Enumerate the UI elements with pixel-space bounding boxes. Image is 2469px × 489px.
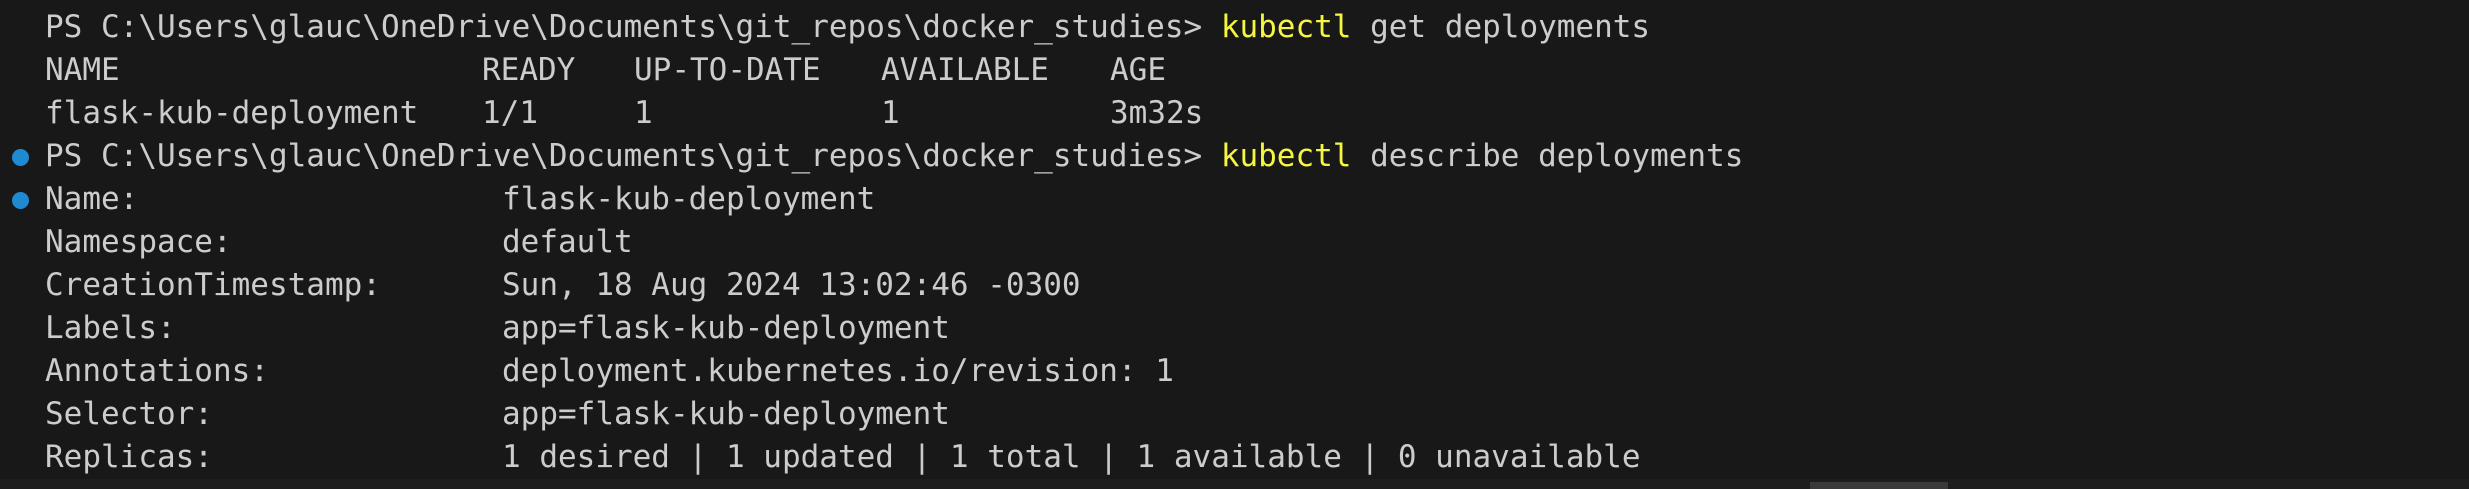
describe-value: deployment.kubernetes.io/revision: 1 <box>502 353 1174 389</box>
command-line-describe: PS C:\Users\glauc\OneDrive\Documents\git… <box>0 135 2469 178</box>
describe-row-name: Name: flask-kub-deployment <box>0 178 2469 221</box>
column-header-up-to-date: UP-TO-DATE <box>634 52 821 88</box>
column-header-name: NAME <box>45 52 120 88</box>
command-args: describe deployments <box>1351 138 1744 174</box>
cell-age: 3m32s <box>1110 95 1204 131</box>
describe-row-labels: Labels: app=flask-kub-deployment <box>0 307 2469 350</box>
describe-row-selector: Selector: app=flask-kub-deployment <box>0 393 2469 436</box>
command-keyword: kubectl <box>1220 9 1352 45</box>
command-keyword: kubectl <box>1220 138 1352 174</box>
describe-value: default <box>502 224 633 260</box>
describe-key: Selector: <box>45 396 213 432</box>
horizontal-scrollbar[interactable] <box>0 479 2469 489</box>
describe-row-replicas: Replicas: 1 desired | 1 updated | 1 total… <box>0 436 2469 479</box>
column-header-age: AGE <box>1110 52 1166 88</box>
command-decoration-dot-icon[interactable] <box>12 149 29 166</box>
cell-ready: 1/1 <box>482 95 538 131</box>
describe-row-creation-timestamp: CreationTimestamp: Sun, 18 Aug 2024 13:02… <box>0 264 2469 307</box>
command-decoration-dot-icon[interactable] <box>12 192 29 209</box>
table-header: NAME READY UP-TO-DATE AVAILABLE AGE <box>0 49 2469 92</box>
describe-value: app=flask-kub-deployment <box>502 310 950 346</box>
describe-value: flask-kub-deployment <box>502 181 876 217</box>
describe-value: Sun, 18 Aug 2024 13:02:46 -0300 <box>502 267 1081 303</box>
cell-available: 1 <box>881 95 900 131</box>
describe-key: Annotations: <box>45 353 269 389</box>
column-header-ready: READY <box>482 52 576 88</box>
describe-key: Namespace: <box>45 224 232 260</box>
describe-row-namespace: Namespace: default <box>0 221 2469 264</box>
prompt: PS C:\Users\glauc\OneDrive\Documents\git… <box>45 9 1221 45</box>
column-header-available: AVAILABLE <box>881 52 1049 88</box>
describe-row-annotations: Annotations: deployment.kubernetes.io/rev… <box>0 350 2469 393</box>
describe-key: Replicas: <box>45 439 213 475</box>
prompt: PS C:\Users\glauc\OneDrive\Documents\git… <box>45 138 1221 174</box>
cell-up-to-date: 1 <box>634 95 653 131</box>
describe-key: CreationTimestamp: <box>45 267 381 303</box>
cell-name: flask-kub-deployment <box>45 95 419 131</box>
describe-key: Labels: <box>45 310 176 346</box>
table-row: flask-kub-deployment 1/1 1 1 3m32s <box>0 92 2469 135</box>
terminal-output[interactable]: PS C:\Users\glauc\OneDrive\Documents\git… <box>0 0 2469 489</box>
scrollbar-thumb[interactable] <box>1810 482 1948 489</box>
describe-value: app=flask-kub-deployment <box>502 396 950 432</box>
describe-key: Name: <box>45 181 139 217</box>
describe-value: 1 desired | 1 updated | 1 total | 1 avai… <box>502 439 1641 475</box>
command-line-get: PS C:\Users\glauc\OneDrive\Documents\git… <box>0 6 2469 49</box>
command-args: get deployments <box>1351 9 1651 45</box>
